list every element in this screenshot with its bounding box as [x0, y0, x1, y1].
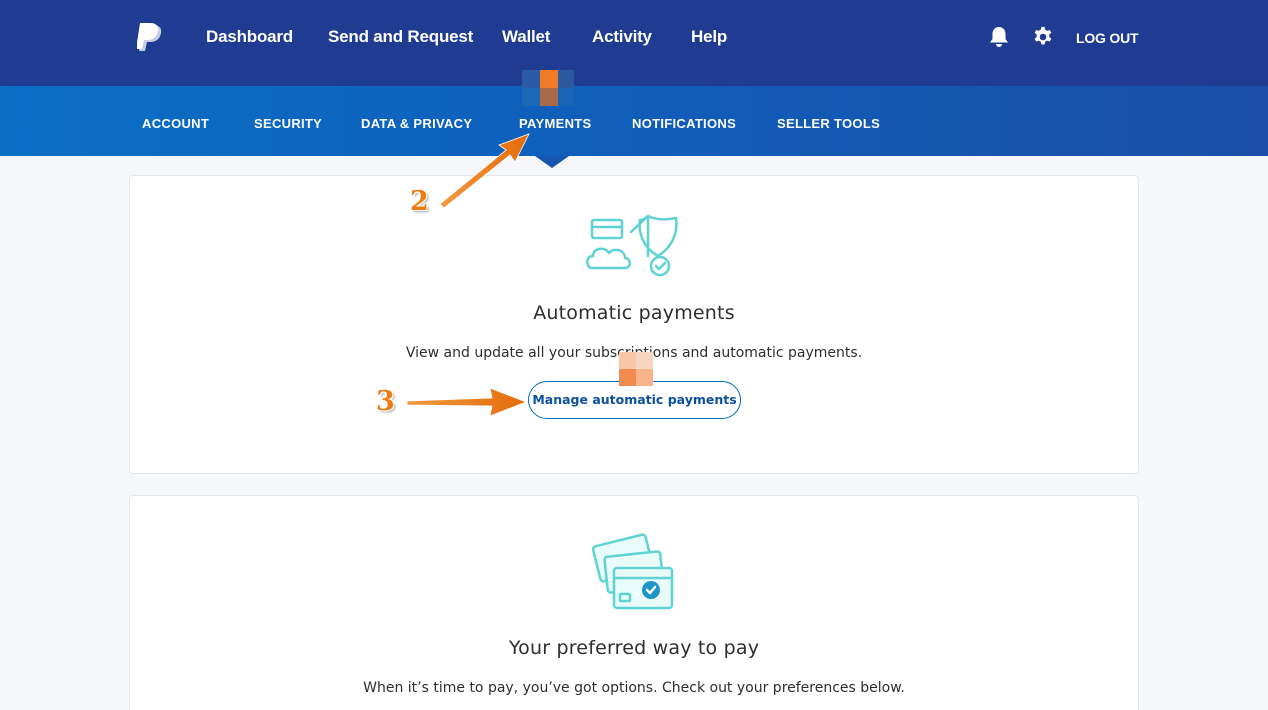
- tab-account[interactable]: ACCOUNT: [142, 116, 209, 131]
- tab-seller-tools[interactable]: SELLER TOOLS: [777, 116, 880, 131]
- bell-icon[interactable]: [989, 26, 1009, 48]
- cards-check-icon: [592, 533, 674, 610]
- paypal-logo-icon[interactable]: [137, 23, 165, 53]
- nav-send-and-request[interactable]: Send and Request: [328, 27, 473, 47]
- automatic-payments-title: Automatic payments: [533, 302, 735, 324]
- preferred-payment-card: Your preferred way to pay When it’s time…: [129, 495, 1139, 710]
- active-tab-indicator: [535, 156, 569, 168]
- nav-help[interactable]: Help: [691, 27, 727, 47]
- cloud-shield-icon: [586, 214, 678, 277]
- manage-automatic-payments-button[interactable]: Manage automatic payments: [528, 381, 741, 419]
- nav-dashboard[interactable]: Dashboard: [206, 27, 293, 47]
- tab-security[interactable]: SECURITY: [254, 116, 322, 131]
- tab-notifications[interactable]: NOTIFICATIONS: [632, 116, 736, 131]
- nav-activity[interactable]: Activity: [592, 27, 652, 47]
- preferred-payment-description: When it’s time to pay, you’ve got option…: [363, 680, 905, 696]
- tab-data-privacy[interactable]: DATA & PRIVACY: [361, 116, 472, 131]
- cursor-blur: [522, 70, 574, 106]
- settings-subnav: ACCOUNT SECURITY DATA & PRIVACY PAYMENTS…: [0, 86, 1268, 156]
- logout-link[interactable]: LOG OUT: [1076, 30, 1139, 46]
- cursor-blur: [619, 352, 653, 386]
- preferred-payment-title: Your preferred way to pay: [508, 637, 760, 659]
- top-navigation-bar: Dashboard Send and Request Wallet Activi…: [0, 0, 1268, 86]
- step-3-label: 3: [376, 386, 395, 417]
- tab-payments[interactable]: PAYMENTS: [519, 116, 591, 131]
- nav-wallet[interactable]: Wallet: [502, 27, 550, 47]
- gear-icon[interactable]: [1032, 26, 1054, 48]
- automatic-payments-card: Automatic payments View and update all y…: [129, 175, 1139, 474]
- step-2-label: 2: [410, 186, 429, 217]
